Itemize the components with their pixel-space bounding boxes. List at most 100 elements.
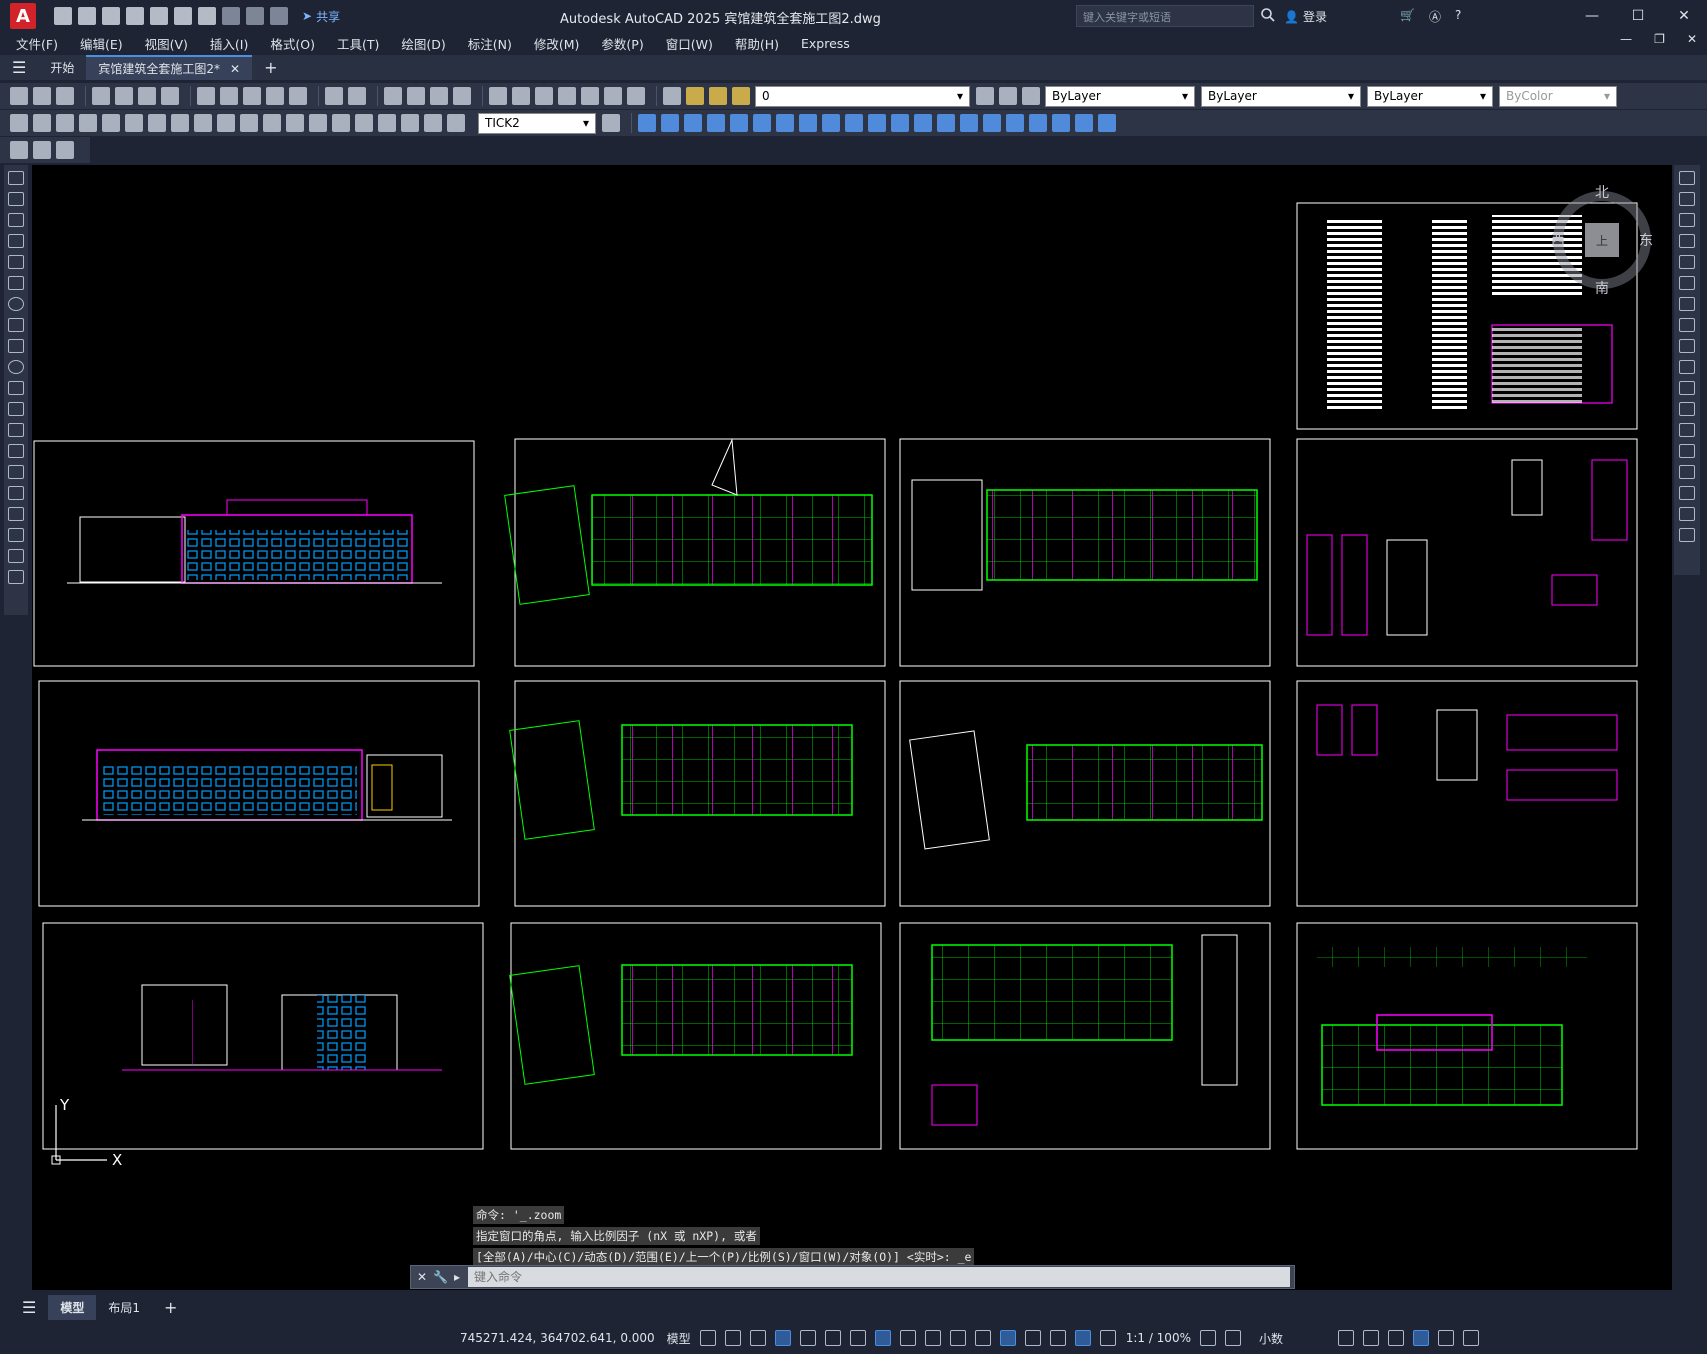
layer-freeze-icon[interactable]	[709, 87, 727, 105]
dim-style-icon[interactable]	[602, 114, 620, 132]
menu-file[interactable]: 文件(F)	[16, 34, 58, 53]
hardware-acceleration-icon[interactable]	[1412, 1330, 1429, 1346]
dim-text-edit-icon[interactable]	[424, 114, 442, 132]
copy-side-icon[interactable]	[1679, 192, 1695, 206]
maximize-button[interactable]: ☐	[1615, 0, 1661, 32]
color-select[interactable]: ByLayer ▾	[1045, 85, 1195, 107]
chamfer-side-icon[interactable]	[1679, 465, 1695, 479]
add-selected-icon[interactable]	[8, 570, 24, 584]
web-mobile-open-icon[interactable]	[150, 7, 168, 25]
menu-format[interactable]: 格式(O)	[270, 34, 315, 53]
selection-cycling-icon[interactable]	[949, 1330, 966, 1346]
extend-side-icon[interactable]	[1679, 381, 1695, 395]
copy-icon[interactable]	[220, 87, 238, 105]
fillet-side-icon[interactable]	[1679, 486, 1695, 500]
snap-icon[interactable]	[724, 1330, 741, 1346]
3d-osnap-icon[interactable]	[974, 1330, 991, 1346]
linear-dim-icon[interactable]	[10, 114, 28, 132]
layer-previous-icon[interactable]	[999, 87, 1017, 105]
layer-on-icon[interactable]	[686, 87, 704, 105]
explode-icon[interactable]	[983, 114, 1001, 132]
share-button[interactable]: ➤ 共享	[302, 8, 340, 25]
tab-model[interactable]: 模型	[48, 1295, 97, 1320]
tab-close-icon[interactable]: ✕	[230, 62, 240, 76]
region-icon[interactable]	[8, 507, 24, 521]
save-toolbar-icon[interactable]	[56, 87, 74, 105]
text-front-icon[interactable]	[56, 141, 74, 159]
jogged-linear-icon[interactable]	[378, 114, 396, 132]
doc-minimize-button[interactable]: —	[1620, 32, 1632, 46]
customize-wrench-icon[interactable]: 🔧	[433, 1270, 448, 1284]
preview-icon[interactable]	[115, 87, 133, 105]
workspace-gear-icon[interactable]	[1199, 1330, 1216, 1346]
new-file-icon[interactable]	[54, 7, 72, 25]
lineweight-icon[interactable]	[899, 1330, 916, 1346]
dim-edit-icon[interactable]	[401, 114, 419, 132]
sheet-set-icon[interactable]	[558, 87, 576, 105]
tool-palettes-icon[interactable]	[535, 87, 553, 105]
paste-icon[interactable]	[243, 87, 261, 105]
help-toolbar-icon[interactable]	[627, 87, 645, 105]
quick-properties-icon[interactable]	[1337, 1330, 1354, 1346]
autodesk-app-icon[interactable]: Ⓐ	[1429, 8, 1441, 25]
tab-layout1[interactable]: 布局1	[96, 1295, 152, 1320]
annotation-visibility-icon[interactable]	[1074, 1330, 1091, 1346]
recent-commands-icon[interactable]: ▸	[454, 1270, 460, 1284]
dimstyle-select[interactable]: TICK2 ▾	[478, 112, 596, 134]
stretch-icon[interactable]	[822, 114, 840, 132]
zoom-previous-icon[interactable]	[453, 87, 471, 105]
help-icon[interactable]: ?	[1455, 8, 1461, 25]
join-side-icon[interactable]	[1679, 444, 1695, 458]
group-icon[interactable]	[1052, 114, 1070, 132]
undo-icon[interactable]	[222, 7, 240, 25]
draworder-icon[interactable]	[1006, 114, 1024, 132]
table-icon[interactable]	[8, 528, 24, 542]
new-tab-button[interactable]: +	[252, 55, 289, 80]
arc-length-icon[interactable]	[56, 114, 74, 132]
annotation-monitor-icon[interactable]	[1224, 1330, 1241, 1346]
chamfer-icon[interactable]	[937, 114, 955, 132]
properties-icon[interactable]	[489, 87, 507, 105]
polyline-icon[interactable]	[8, 213, 24, 227]
transparency-icon[interactable]	[924, 1330, 941, 1346]
login-button[interactable]: 👤 登录	[1284, 8, 1327, 25]
inspection-icon[interactable]	[355, 114, 373, 132]
close-button[interactable]: ✕	[1661, 0, 1707, 32]
menu-tools[interactable]: 工具(T)	[337, 34, 379, 53]
autocad-logo[interactable]: A	[10, 3, 36, 29]
ordinate-dim-icon[interactable]	[79, 114, 97, 132]
auto-scale-icon[interactable]	[1099, 1330, 1116, 1346]
customization-icon[interactable]	[1462, 1330, 1479, 1346]
grid-icon[interactable]	[699, 1330, 716, 1346]
menu-dimension[interactable]: 标注(N)	[468, 34, 512, 53]
array-icon[interactable]	[730, 114, 748, 132]
construction-line-icon[interactable]	[8, 192, 24, 206]
help-search-input[interactable]: 键入关键字或短语	[1076, 5, 1254, 27]
copy-object-icon[interactable]	[661, 114, 679, 132]
coordinate-readout[interactable]: 745271.424, 364702.641, 0.000	[460, 1331, 655, 1345]
plot-toolbar-icon[interactable]	[92, 87, 110, 105]
add-layout-button[interactable]: +	[152, 1295, 189, 1320]
infer-constraints-icon[interactable]	[749, 1330, 766, 1346]
calculator-icon[interactable]	[604, 87, 622, 105]
dim-break-icon[interactable]	[286, 114, 304, 132]
dynamic-ucs-icon[interactable]	[999, 1330, 1016, 1346]
baseline-dim-icon[interactable]	[217, 114, 235, 132]
undo-toolbar-icon[interactable]	[325, 87, 343, 105]
reverse-icon[interactable]	[1098, 114, 1116, 132]
move-icon[interactable]	[753, 114, 771, 132]
bring-front-icon[interactable]	[10, 141, 28, 159]
make-current-layer-icon[interactable]	[976, 87, 994, 105]
join-icon[interactable]	[914, 114, 932, 132]
stretch-side-icon[interactable]	[1679, 339, 1695, 353]
rectangle-icon[interactable]	[8, 255, 24, 269]
zoom-window-icon[interactable]	[430, 87, 448, 105]
center-mark-icon[interactable]	[332, 114, 350, 132]
web-mobile-save-icon[interactable]	[174, 7, 192, 25]
annotation-scale[interactable]: 1:1 / 100%	[1126, 1331, 1191, 1345]
menu-insert[interactable]: 插入(I)	[210, 34, 248, 53]
extend-icon[interactable]	[868, 114, 886, 132]
design-center-icon[interactable]	[512, 87, 530, 105]
cut-icon[interactable]	[197, 87, 215, 105]
close-icon[interactable]: ✕	[417, 1270, 427, 1284]
